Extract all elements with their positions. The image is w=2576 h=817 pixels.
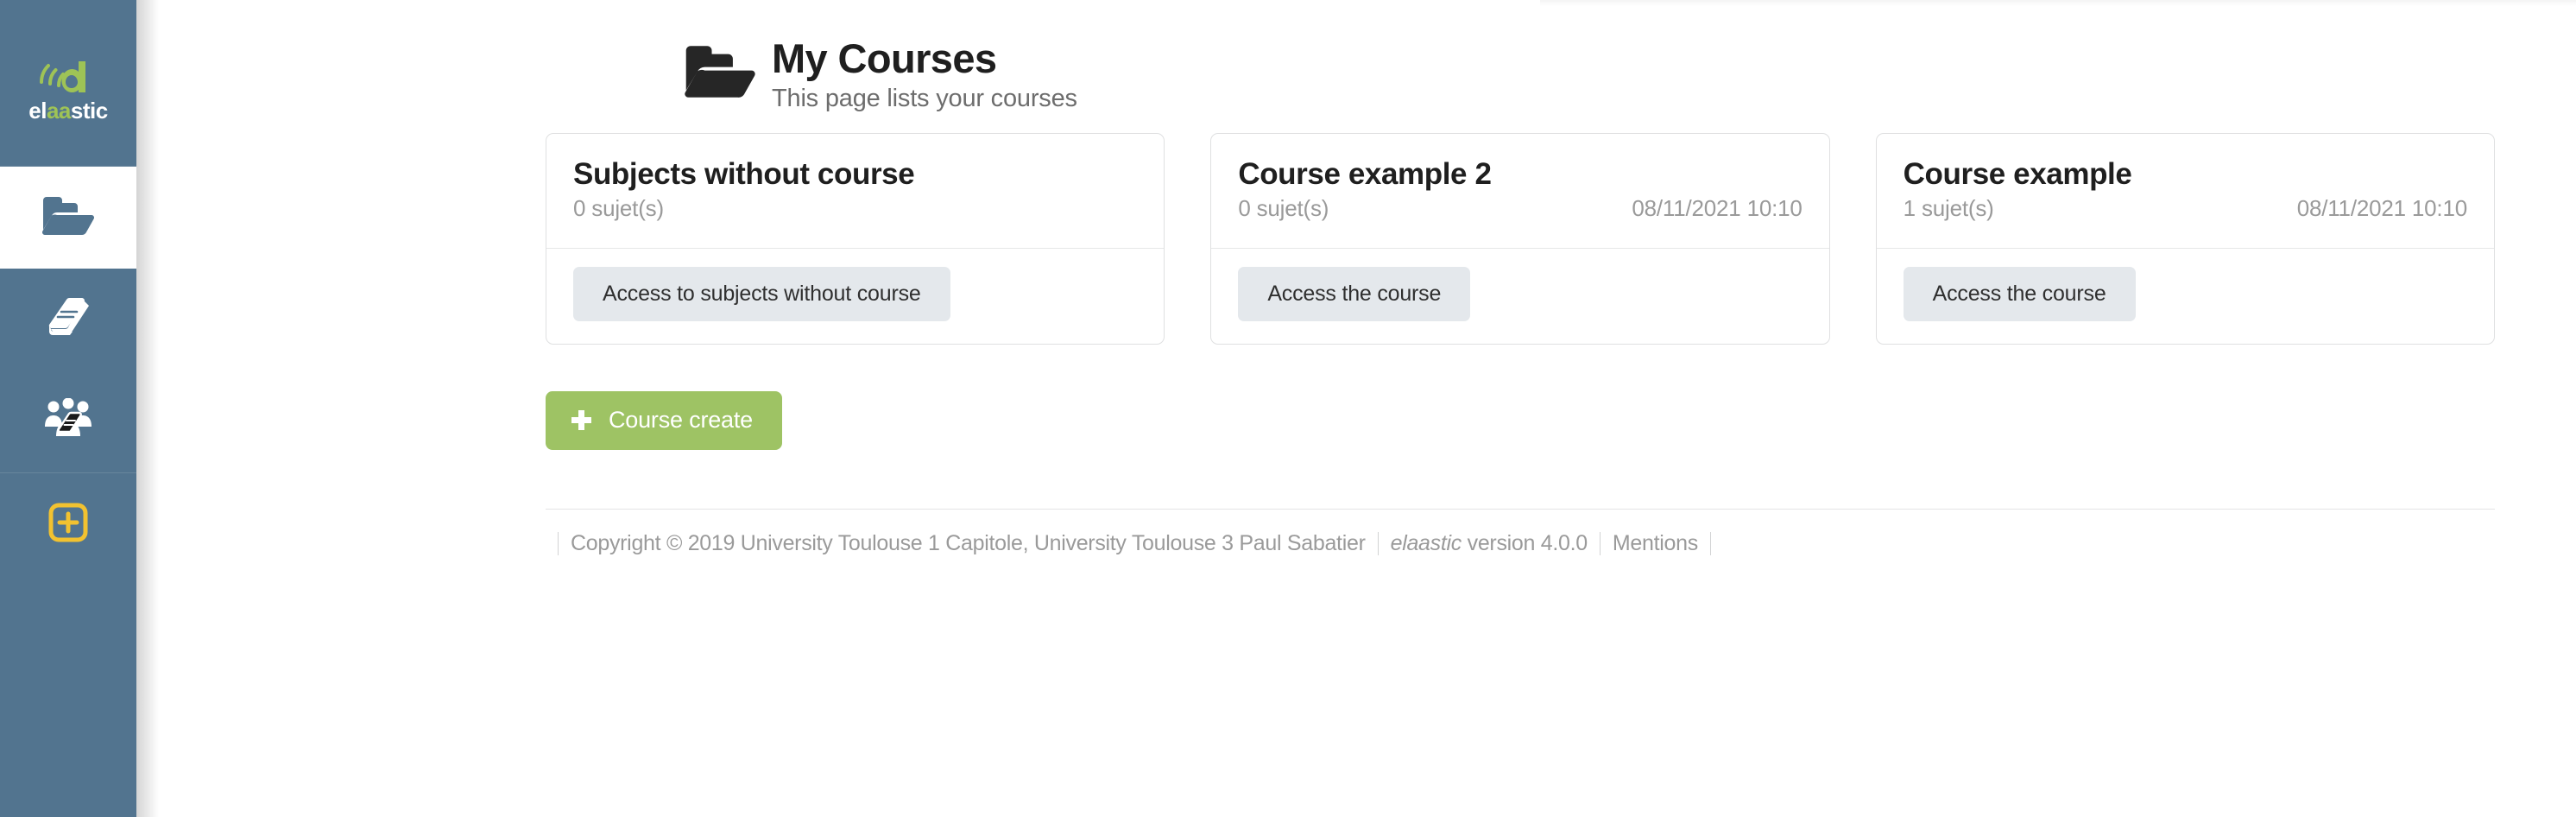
plus-icon [571,410,591,431]
access-the-course-button[interactable]: Access the course [1238,266,1471,321]
course-card-title: Course example 2 [1238,157,1492,192]
footer-divider [546,508,2495,510]
footer-product-name: elaastic [1390,530,1462,555]
users-book-icon [43,397,93,446]
course-card-footer: Access the course [1876,247,2494,344]
course-card-body: Course example 2 0 sujet(s) 08/11/2021 1… [1211,134,1828,247]
brand-word-pre: el [28,98,47,124]
course-card-meta: 0 sujet(s) [573,195,1137,222]
course-card-date: 08/11/2021 10:10 [2296,194,2467,221]
footer-separator [1377,531,1379,555]
footer-separator [1709,531,1711,555]
page-footer: Copyright © 2019 University Toulouse 1 C… [546,531,2495,556]
sidebar-item-shared-subjects[interactable] [0,370,136,472]
footer-separator [558,531,559,555]
open-folder-icon [684,43,756,100]
course-card-meta: 0 sujet(s) 08/11/2021 10:10 [1238,194,1803,222]
course-card: Course example 1 sujet(s) 08/11/2021 10:… [1875,133,2495,345]
course-card-date: 08/11/2021 10:10 [1632,194,1803,221]
course-card-title: Subjects without course [573,157,915,192]
sidebar: elaastic [0,0,159,817]
access-subjects-without-course-button[interactable]: Access to subjects without course [573,266,950,321]
course-card-count: 0 sujet(s) [573,194,664,221]
brand-word-post: stic [70,98,108,124]
open-folder-icon [41,195,95,241]
course-create-button[interactable]: Course create [546,390,782,450]
sidebar-item-create[interactable] [0,473,136,575]
main-content: My Courses This page lists your courses … [136,0,2576,817]
footer-separator [1599,531,1601,555]
course-create-label: Course create [609,407,753,434]
elaastic-logo-icon [31,53,105,101]
footer-version: version 4.0.0 [1467,530,1588,555]
course-card-title: Course example [1903,157,2132,192]
course-card: Course example 2 0 sujet(s) 08/11/2021 1… [1210,133,1830,345]
page-title: My Courses [772,35,997,81]
course-card-footer: Access the course [1211,247,1829,344]
course-card-list: Subjects without course 0 sujet(s) Acces… [546,133,2495,345]
course-card-count: 0 sujet(s) [1238,194,1329,221]
sidebar-nav-secondary [0,473,136,575]
app-root: elaastic My Courses This page lists your… [0,0,2576,817]
sidebar-item-courses[interactable] [0,167,136,269]
footer-copyright: Copyright © 2019 University Toulouse 1 C… [571,530,1366,555]
brand-word-highlight: aa [46,98,71,124]
course-card-count: 1 sujet(s) [1903,194,1994,221]
page-header: My Courses This page lists your courses [546,0,2495,113]
create-action-row: Course create [546,390,2495,450]
course-card-body: Course example 1 sujet(s) 08/11/2021 10:… [1877,134,2494,247]
footer-mentions-link[interactable]: Mentions [1613,531,1698,556]
plus-square-icon [47,502,89,548]
brand-wordmark: elaastic [28,98,108,124]
access-the-course-button[interactable]: Access the course [1903,266,2136,321]
page-header-text: My Courses This page lists your courses [772,21,1077,113]
brand-logo[interactable]: elaastic [0,0,136,166]
book-icon [44,296,92,344]
course-card-meta: 1 sujet(s) 08/11/2021 10:10 [1903,194,2468,222]
content-container: My Courses This page lists your courses … [546,0,2495,556]
course-card-footer: Access to subjects without course [546,247,1165,344]
course-card: Subjects without course 0 sujet(s) Acces… [546,133,1165,345]
sidebar-item-subjects[interactable] [0,269,136,370]
course-card-body: Subjects without course 0 sujet(s) [546,134,1164,247]
page-subtitle: This page lists your courses [772,84,1077,112]
sidebar-nav-primary [0,167,136,472]
